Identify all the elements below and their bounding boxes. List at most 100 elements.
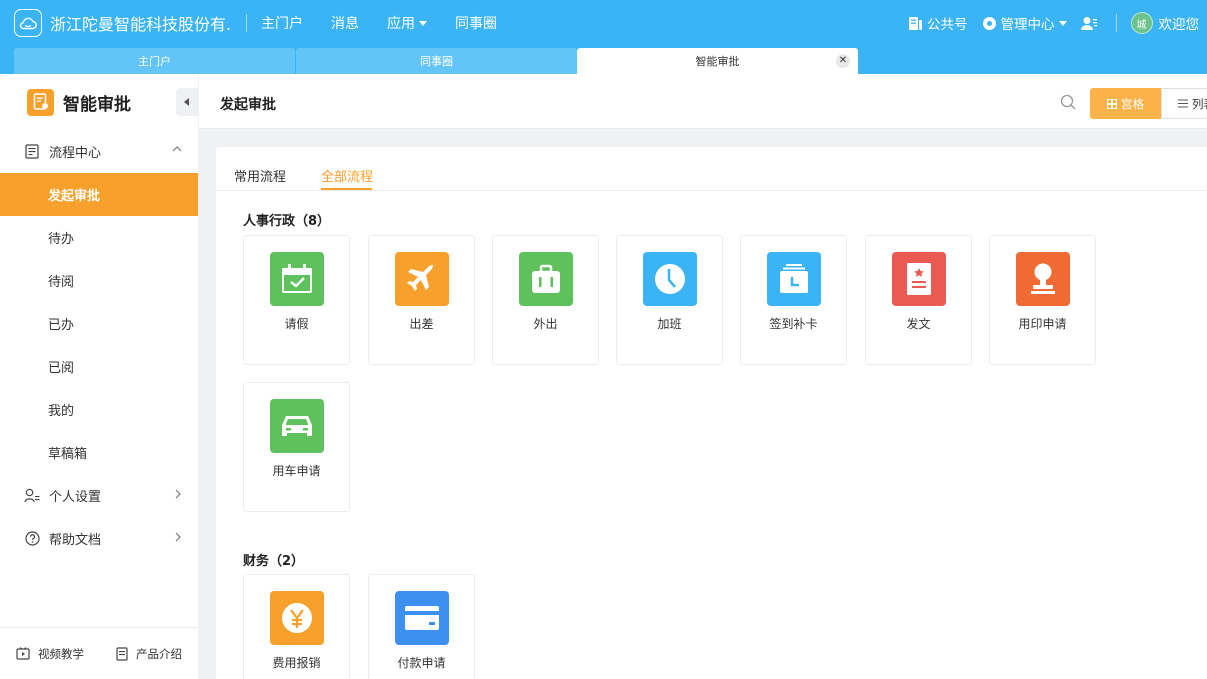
approval-app-icon bbox=[27, 88, 54, 116]
list-icon bbox=[1178, 99, 1188, 108]
flow-card-go-out[interactable]: 外出 bbox=[492, 235, 599, 365]
flow-card-leave[interactable]: 请假 bbox=[243, 235, 350, 365]
flow-card-label: 签到补卡 bbox=[769, 317, 818, 331]
sidebar-item-drafts[interactable]: 草稿箱 bbox=[0, 431, 198, 474]
search-icon bbox=[1060, 94, 1076, 110]
briefcase-icon bbox=[519, 252, 573, 306]
close-icon[interactable]: ✕ bbox=[836, 54, 850, 68]
user-settings-icon bbox=[24, 488, 40, 504]
top-bar: 浙江陀曼智能科技股份有... 主门户 消息 应用 同事圈 公共号 管理中心 城 … bbox=[0, 0, 1207, 46]
tab-label: 同事圈 bbox=[420, 55, 453, 68]
card-stack-icon bbox=[767, 252, 821, 306]
tab-label: 主门户 bbox=[138, 55, 171, 68]
user-menu[interactable]: 城 欢迎您 bbox=[1130, 12, 1200, 34]
sidebar-item-done[interactable]: 已办 bbox=[0, 302, 198, 345]
flow-card-expense-reimbursement[interactable]: 费用报销 bbox=[243, 574, 350, 679]
flow-card-label: 出差 bbox=[409, 317, 434, 331]
grid-view-button[interactable]: 宫格 bbox=[1090, 88, 1161, 119]
sidebar-item-todo[interactable]: 待办 bbox=[0, 216, 198, 259]
gear-icon bbox=[982, 16, 996, 30]
calendar-check-icon bbox=[270, 252, 324, 306]
sidebar-title: 智能审批 bbox=[63, 94, 131, 115]
sidebar-item-label: 待办 bbox=[48, 232, 75, 247]
sidebar-group-help-docs[interactable]: 帮助文档 bbox=[0, 517, 198, 560]
flow-card-business-trip[interactable]: 出差 bbox=[368, 235, 475, 365]
sidebar-item-read[interactable]: 已阅 bbox=[0, 345, 198, 388]
tab-label: 智能审批 bbox=[695, 55, 740, 68]
company-name: 浙江陀曼智能科技股份有... bbox=[50, 15, 232, 34]
contacts-button[interactable] bbox=[1080, 16, 1102, 31]
top-nav: 主门户 消息 应用 同事圈 bbox=[261, 13, 525, 33]
flow-card-label: 付款申请 bbox=[397, 656, 446, 670]
chevron-right-icon bbox=[175, 532, 181, 542]
section-title-finance: 财务（2） bbox=[243, 554, 305, 569]
flow-card-label: 发文 bbox=[906, 317, 931, 331]
tab-colleague-circle[interactable]: 同事圈 bbox=[296, 48, 577, 74]
sidebar-item-mine[interactable]: 我的 bbox=[0, 388, 198, 431]
search-button[interactable] bbox=[1060, 94, 1076, 114]
sidebar-group-label: 个人设置 bbox=[49, 490, 102, 505]
content-panel: 常用流程 全部流程 人事行政（8） 请假 出差 外出 加班 签到补卡 发文 用印… bbox=[216, 147, 1207, 679]
flow-card-check-in-makeup[interactable]: 签到补卡 bbox=[740, 235, 847, 365]
contacts-icon bbox=[1080, 16, 1097, 30]
admin-center-button[interactable]: 管理中心 bbox=[982, 13, 1067, 33]
flow-card-label: 用车申请 bbox=[272, 464, 321, 478]
sidebar: 智能审批 流程中心 发起审批 待办 待阅 已办 已阅 我的 草稿箱 个人设置 帮… bbox=[0, 74, 198, 679]
flow-card-payment-application[interactable]: 付款申请 bbox=[368, 574, 475, 679]
tab-common-flows[interactable]: 常用流程 bbox=[234, 166, 286, 185]
nav-messages[interactable]: 消息 bbox=[331, 13, 359, 33]
sidebar-group-label: 流程中心 bbox=[49, 146, 102, 161]
sidebar-item-to-read[interactable]: 待阅 bbox=[0, 259, 198, 302]
page-title: 发起审批 bbox=[220, 97, 276, 113]
product-intro-link[interactable]: 产品介绍 bbox=[116, 646, 182, 662]
grid-icon bbox=[1107, 98, 1117, 109]
chevron-up-icon bbox=[172, 146, 182, 152]
nav-apps[interactable]: 应用 bbox=[387, 13, 427, 33]
cloud-logo-icon[interactable] bbox=[14, 9, 42, 37]
flow-card-label: 外出 bbox=[533, 317, 558, 331]
tab-all-flows[interactable]: 全部流程 bbox=[321, 166, 373, 185]
nav-main-portal[interactable]: 主门户 bbox=[261, 13, 303, 33]
top-right-tools: 公共号 管理中心 城 欢迎您 bbox=[894, 0, 1199, 46]
flow-card-seal-application[interactable]: 用印申请 bbox=[989, 235, 1096, 365]
flow-card-label: 请假 bbox=[284, 317, 309, 331]
document-icon bbox=[892, 252, 946, 306]
tab-main-portal[interactable]: 主门户 bbox=[14, 48, 295, 74]
list-view-button[interactable]: 列表 bbox=[1161, 88, 1207, 119]
sidebar-item-label: 待阅 bbox=[48, 275, 75, 290]
tab-smart-approval[interactable]: 智能审批 ✕ bbox=[577, 48, 858, 74]
yen-icon bbox=[270, 591, 324, 645]
sidebar-group-flow-center[interactable]: 流程中心 bbox=[0, 130, 198, 173]
footer-label: 产品介绍 bbox=[136, 646, 182, 661]
document-icon bbox=[116, 646, 128, 661]
clock-icon bbox=[643, 252, 697, 306]
sidebar-item-start-approval[interactable]: 发起审批 bbox=[0, 173, 198, 216]
flow-card-document-issue[interactable]: 发文 bbox=[865, 235, 972, 365]
credit-card-icon bbox=[395, 591, 449, 645]
divider bbox=[1115, 14, 1117, 32]
main-header: 发起审批 宫格 列表 bbox=[199, 74, 1207, 129]
public-account-label: 公共号 bbox=[927, 17, 968, 33]
flow-tabs: 常用流程 全部流程 bbox=[216, 147, 1207, 191]
public-account-button[interactable]: 公共号 bbox=[908, 13, 968, 33]
flow-card-label: 加班 bbox=[657, 317, 682, 331]
collapse-sidebar-button[interactable] bbox=[176, 88, 198, 116]
list-view-label: 列表 bbox=[1192, 96, 1207, 111]
car-icon bbox=[270, 399, 324, 453]
caret-down-icon bbox=[419, 20, 427, 26]
video-icon bbox=[16, 647, 30, 660]
flow-card-vehicle-application[interactable]: 用车申请 bbox=[243, 382, 350, 512]
sidebar-header: 智能审批 bbox=[0, 74, 198, 130]
window-tab-bar: 主门户 同事圈 智能审批 ✕ bbox=[0, 46, 1207, 74]
video-tutorial-link[interactable]: 视频教学 bbox=[16, 646, 84, 662]
flow-card-overtime[interactable]: 加班 bbox=[616, 235, 723, 365]
nav-label: 应用 bbox=[387, 16, 415, 32]
welcome-text: 欢迎您 bbox=[1158, 17, 1200, 33]
flow-card-label: 费用报销 bbox=[272, 656, 321, 670]
sidebar-group-personal-settings[interactable]: 个人设置 bbox=[0, 474, 198, 517]
document-list-icon bbox=[24, 144, 40, 160]
sidebar-item-label: 我的 bbox=[48, 404, 75, 419]
nav-label: 同事圈 bbox=[455, 16, 497, 32]
grid-view-label: 宫格 bbox=[1121, 96, 1144, 111]
nav-colleague-circle[interactable]: 同事圈 bbox=[455, 13, 497, 33]
